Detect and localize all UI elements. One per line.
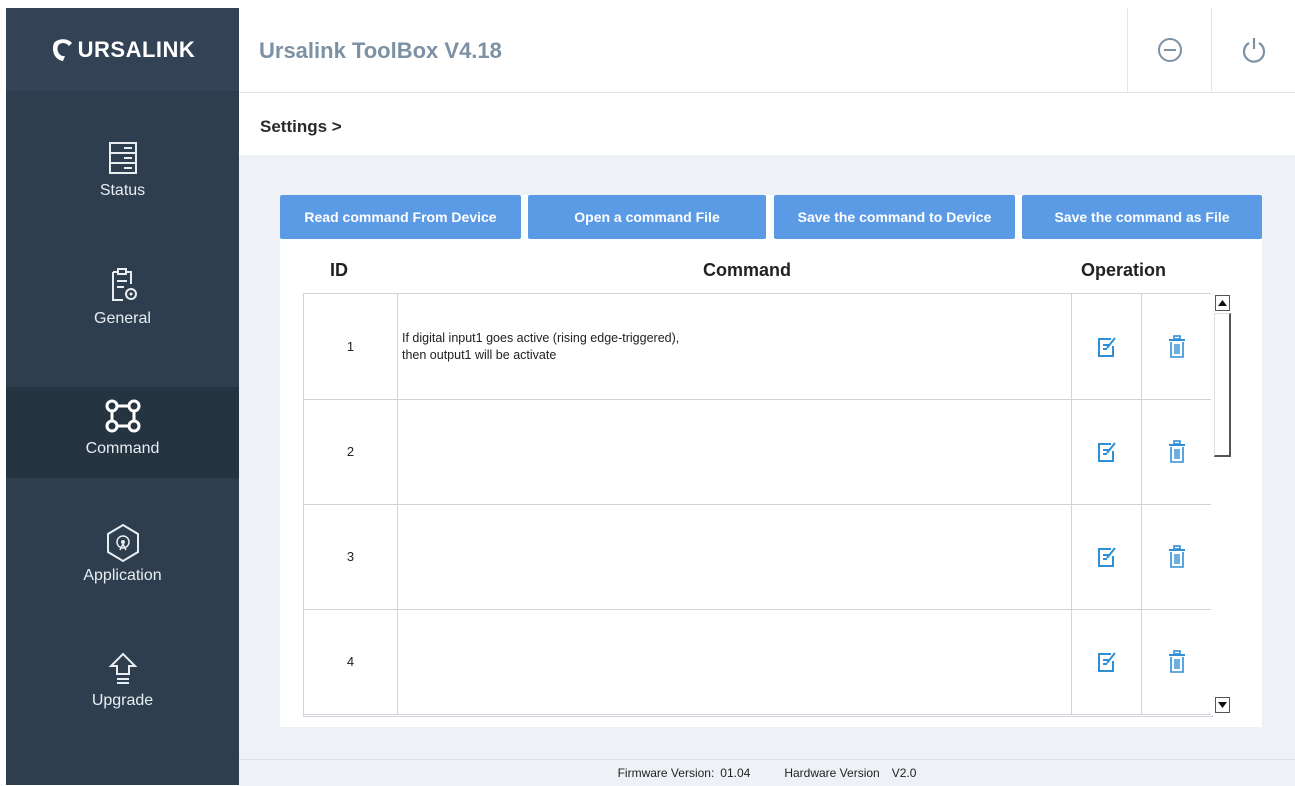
row-command	[398, 399, 1072, 504]
upgrade-icon	[108, 648, 138, 688]
hardware-version-label: Hardware Version	[784, 766, 880, 780]
arrow-up-icon	[1218, 300, 1227, 306]
status-icon	[108, 138, 138, 178]
sidebar-item-label: General	[94, 310, 151, 327]
general-icon	[107, 266, 139, 306]
footer: Firmware Version: 01.04 Hardware Version…	[239, 759, 1295, 786]
minus-circle-icon	[1158, 38, 1182, 62]
topbar: Ursalink ToolBox V4.18	[239, 8, 1295, 93]
column-header-command: Command	[703, 260, 792, 280]
command-icon	[103, 396, 143, 436]
scroll-down-button[interactable]	[1215, 697, 1230, 713]
app-title: Ursalink ToolBox V4.18	[259, 38, 502, 63]
row-command	[398, 504, 1072, 609]
command-panel: Read command From Device Open a command …	[280, 195, 1262, 727]
trash-icon	[1169, 649, 1185, 673]
arrow-down-icon	[1218, 702, 1227, 708]
main-content: Settings > Read command From Device Open…	[239, 93, 1295, 786]
edit-icon	[1098, 546, 1116, 567]
table-scrollbar[interactable]	[1211, 293, 1234, 715]
command-line-2: then output1 will be activate	[402, 347, 557, 362]
read-command-button[interactable]: Read command From Device	[280, 195, 521, 239]
breadcrumb-bar: Settings >	[239, 93, 1295, 155]
open-command-file-button[interactable]: Open a command File	[528, 195, 766, 239]
row-id: 1	[304, 294, 398, 399]
sidebar-item-general[interactable]: General	[6, 266, 239, 356]
edit-button[interactable]	[1073, 504, 1142, 609]
sidebar-item-status[interactable]: Status	[6, 138, 239, 228]
save-command-to-device-button[interactable]: Save the command to Device	[774, 195, 1015, 239]
command-table: 1 If digital input1 goes active (rising …	[303, 293, 1213, 717]
delete-button[interactable]	[1142, 609, 1212, 714]
scroll-up-button[interactable]	[1215, 295, 1230, 311]
table-row: 4	[304, 609, 1212, 715]
logo: URSALINK	[6, 8, 239, 91]
hardware-version-value: V2.0	[891, 766, 917, 780]
power-icon	[1242, 38, 1266, 63]
save-command-as-file-button[interactable]: Save the command as File	[1022, 195, 1262, 239]
column-header-id: ID	[330, 260, 348, 280]
minimize-button[interactable]	[1127, 8, 1212, 92]
sidebar: URSALINK Status General Command Applicat…	[6, 8, 239, 785]
column-header-operation: Operation	[1081, 260, 1167, 280]
firmware-version-label: Firmware Version:	[617, 766, 715, 780]
delete-button[interactable]	[1142, 294, 1212, 399]
row-id: 4	[304, 609, 398, 714]
sidebar-item-label: Application	[83, 567, 162, 584]
sidebar-item-upgrade[interactable]: Upgrade	[6, 648, 239, 738]
table-row: 2	[304, 399, 1212, 505]
application-icon	[105, 523, 141, 563]
edit-button[interactable]	[1073, 399, 1142, 504]
edit-button[interactable]	[1073, 609, 1142, 714]
row-id: 3	[304, 504, 398, 609]
scrollbar-thumb[interactable]	[1214, 313, 1231, 457]
sidebar-item-label: Upgrade	[91, 692, 154, 709]
edit-icon	[1098, 441, 1116, 462]
logo-text: URSALINK	[77, 36, 196, 62]
delete-button[interactable]	[1142, 504, 1212, 609]
command-line-1: If digital input1 goes active (rising ed…	[402, 330, 680, 345]
sidebar-item-label: Status	[99, 182, 146, 199]
trash-icon	[1169, 439, 1185, 463]
firmware-version-value: 01.04	[720, 766, 751, 780]
row-id: 2	[304, 399, 398, 504]
edit-button[interactable]	[1073, 294, 1142, 399]
trash-icon	[1169, 334, 1185, 358]
sidebar-item-application[interactable]: Application	[6, 523, 239, 613]
power-button[interactable]	[1211, 8, 1295, 92]
row-command: If digital input1 goes active (rising ed…	[398, 294, 1072, 399]
sidebar-item-command[interactable]: Command	[6, 387, 239, 478]
ursalink-logo-icon	[52, 38, 72, 61]
trash-icon	[1169, 544, 1185, 568]
row-command	[398, 609, 1072, 714]
edit-icon	[1098, 336, 1116, 357]
table-row: 3	[304, 504, 1212, 610]
edit-icon	[1098, 651, 1116, 672]
sidebar-item-label: Command	[85, 440, 160, 457]
delete-button[interactable]	[1142, 399, 1212, 504]
table-row: 1 If digital input1 goes active (rising …	[304, 294, 1212, 400]
breadcrumb: Settings >	[260, 117, 342, 136]
